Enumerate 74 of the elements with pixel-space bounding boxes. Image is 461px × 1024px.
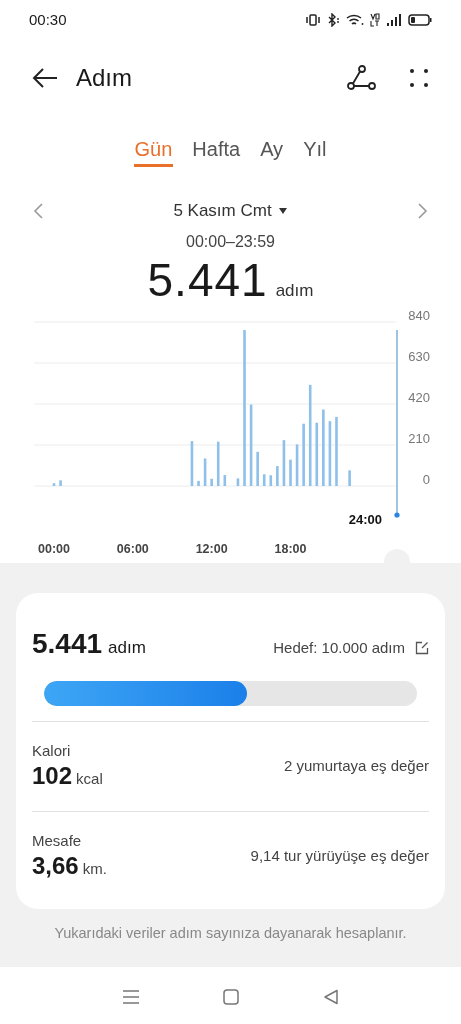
chart-bar [190, 441, 194, 486]
metric-unit: km. [82, 859, 107, 880]
volte-icon [370, 13, 380, 27]
menu-icon [121, 988, 140, 1005]
metric-label: Kalori [32, 740, 72, 761]
goal-text: Hedef: 10.000 adım [273, 638, 405, 658]
wifi-icon [346, 13, 364, 27]
connected-nodes-icon [346, 63, 376, 92]
x-axis-label: 12:00 [195, 542, 228, 556]
steps-count: 5.441 [32, 627, 103, 661]
time-range: 00:00–23:59 [185, 232, 276, 252]
edit-goal-button[interactable] [415, 641, 429, 656]
back-triangle-icon [323, 988, 340, 1005]
metric-equivalent: 9,14 tur yürüyüşe eş değer [250, 846, 429, 867]
menu-button[interactable] [121, 988, 140, 1005]
total-steps: 5.441 [147, 252, 268, 308]
period-tab[interactable]: Hafta [191, 133, 242, 167]
period-tab[interactable]: Yıl [302, 133, 328, 167]
page-title: Adım [76, 62, 133, 93]
more-dots-icon [409, 67, 429, 88]
status-time: 00:30 [29, 9, 67, 30]
y-axis-label: 210 [408, 430, 430, 446]
next-day-button[interactable] [417, 202, 429, 220]
chart-bar [52, 483, 56, 486]
chevron-left-icon [32, 202, 44, 220]
bluetooth-icon [326, 13, 340, 27]
metric-value: 3,66 [32, 852, 79, 881]
chart-bar [216, 441, 220, 486]
metric-equivalent: 2 yumurtaya eş değer [283, 756, 429, 777]
metric-value: 102 [32, 762, 73, 791]
chart-bar [203, 458, 207, 486]
battery-icon [408, 13, 432, 27]
previous-day-button[interactable] [32, 202, 44, 220]
steps-unit: adım [108, 637, 146, 659]
chart-bar [328, 421, 332, 486]
chart-bar [335, 416, 338, 486]
dropdown-triangle-icon [277, 207, 288, 215]
chart-bar [315, 422, 319, 486]
x-axis-label: 06:00 [116, 542, 149, 556]
y-axis-label: 0 [422, 471, 430, 487]
chart-bar [236, 478, 240, 486]
chart-bar [276, 466, 279, 486]
signal-icon [386, 13, 402, 27]
y-axis-label: 630 [408, 348, 430, 364]
home-square-icon [223, 988, 240, 1005]
chart-bar [262, 474, 266, 486]
vibrate-icon [306, 13, 320, 27]
chevron-right-icon [417, 202, 429, 220]
x-axis-label: 18:00 [274, 542, 307, 556]
period-tab[interactable]: Ay [259, 133, 285, 167]
chart-bar [295, 444, 299, 486]
chart-bar [302, 423, 305, 486]
chart-bar [210, 478, 213, 486]
chart-bar [348, 470, 351, 486]
chart-bar [223, 475, 227, 486]
y-axis-label: 840 [408, 308, 430, 323]
metric-unit: kcal [76, 769, 103, 790]
cursor-time-label: 24:00 [348, 512, 382, 527]
date-dropdown[interactable]: 5 Kasım Cmt [173, 198, 288, 224]
chart-bar [269, 475, 273, 486]
chart-bar [256, 451, 259, 486]
home-button[interactable] [223, 988, 240, 1005]
chart-bar [289, 459, 292, 486]
chart-bar [282, 440, 286, 486]
chart-bar [197, 480, 200, 486]
back-arrow-icon [31, 65, 59, 90]
back-nav-button[interactable] [323, 988, 340, 1005]
y-axis-label: 420 [408, 389, 430, 405]
total-steps-unit: adım [275, 280, 314, 302]
metric-label: Mesafe [32, 830, 83, 851]
footnote: Yukarıdaki veriler adım sayınıza dayanarak hesaplanır. [53, 924, 408, 943]
x-axis-label: 00:00 [38, 542, 70, 556]
chart-bar [59, 480, 62, 486]
edit-icon [415, 641, 429, 656]
